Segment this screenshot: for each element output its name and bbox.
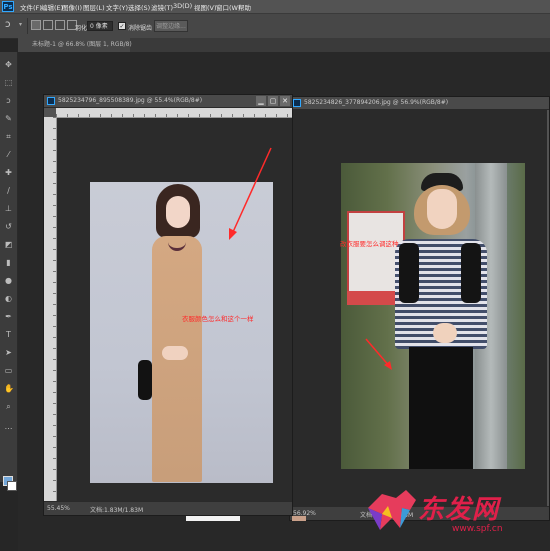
close-button[interactable]: ✕	[280, 96, 290, 106]
billboard-base	[347, 291, 401, 305]
document-tab[interactable]: 未标题-1 @ 66.8% (图层 1, RGB/8)	[18, 38, 132, 52]
lasso-tool-icon[interactable]: ↄ	[4, 96, 13, 105]
pen-tool-icon[interactable]: ✒	[4, 312, 13, 321]
menu-help[interactable]: 帮助	[238, 2, 251, 12]
move-tool-icon[interactable]: ✥	[4, 60, 13, 69]
document-tab-bar: 未标题-1 @ 66.8% (图层 1, RGB/8)	[18, 38, 550, 52]
document-window-1[interactable]: 5825234796_895508389.jpg @ 55.4%(RGB/8#)…	[43, 94, 293, 516]
menu-filter[interactable]: 滤镜(T)	[151, 2, 173, 12]
marquee-tool-icon[interactable]: ⬚	[4, 78, 13, 87]
healing-tool-icon[interactable]: ✚	[4, 168, 13, 177]
window-title-bar[interactable]: 5825234826_377894206.jpg @ 56.9%(RGB/8#)	[290, 97, 549, 110]
lace-trim-left	[399, 243, 419, 303]
ps-icon	[47, 97, 55, 105]
menu-type[interactable]: 文字(Y)	[106, 2, 128, 12]
tools-panel: ✥ ⬚ ↄ ✎ ⌗ ⁄ ✚ ∕ ⊥ ↺ ◩ ▮ ● ◐ ✒ T ➤ ▭ ✋ ⌕ …	[0, 52, 18, 491]
eyedropper-tool-icon[interactable]: ⁄	[4, 150, 13, 159]
thumbnail-strip	[292, 516, 306, 521]
watermark-text: 东发网	[418, 495, 500, 525]
menu-layer[interactable]: 图层(L)	[83, 2, 105, 12]
options-bar: ↄ ▾ 羽化: 0 像素 ✓ 消除锯齿 调整边缘...	[0, 14, 550, 39]
window-title-bar[interactable]: 5825234796_895508389.jpg @ 55.4%(RGB/8#)…	[44, 95, 292, 108]
document-size: 文档:1.83M/1.83M	[90, 507, 144, 514]
menu-file[interactable]: 文件(F)	[20, 2, 42, 12]
antialias-label: 消除锯齿	[128, 25, 153, 32]
face	[166, 196, 190, 228]
history-brush-tool-icon[interactable]: ↺	[4, 222, 13, 231]
ps-icon	[293, 99, 301, 107]
chevron-down-icon[interactable]: ▾	[19, 21, 22, 28]
refine-edge-button[interactable]: 调整边缘...	[154, 20, 188, 32]
menu-select[interactable]: 选择(S)	[128, 2, 150, 12]
crop-tool-icon[interactable]: ⌗	[4, 132, 13, 141]
shape-tool-icon[interactable]: ▭	[4, 366, 13, 375]
divider	[27, 18, 28, 34]
more-tools-icon[interactable]: ⋯	[4, 424, 13, 433]
add-selection-icon[interactable]	[43, 20, 53, 30]
menu-3d[interactable]: 3D(D)	[173, 2, 192, 10]
subtract-selection-icon[interactable]	[55, 20, 65, 30]
path-select-tool-icon[interactable]: ➤	[4, 348, 13, 357]
annotation-arrow-1	[229, 147, 272, 240]
lace-trim-right	[461, 243, 481, 303]
gradient-tool-icon[interactable]: ▮	[4, 258, 13, 267]
menu-window[interactable]: 窗口(W)	[216, 2, 241, 12]
horizontal-ruler	[56, 108, 292, 118]
feather-input[interactable]: 0 像素	[87, 21, 113, 31]
canvas-area[interactable]: 改衣服要怎么调这种	[292, 110, 547, 506]
new-selection-icon[interactable]	[31, 20, 41, 30]
black-handbag	[138, 360, 152, 400]
blur-tool-icon[interactable]: ●	[4, 276, 13, 285]
zoom-tool-icon[interactable]: ⌕	[4, 402, 13, 411]
stamp-tool-icon[interactable]: ⊥	[4, 204, 13, 213]
eraser-tool-icon[interactable]: ◩	[4, 240, 13, 249]
photoshop-logo: Ps	[2, 1, 14, 12]
document-window-2[interactable]: 5825234826_377894206.jpg @ 56.9%(RGB/8#)…	[289, 96, 550, 521]
annotation-arrow-2	[365, 338, 392, 370]
window-title: 5825234796_895508389.jpg @ 55.4%(RGB/8#)	[58, 97, 203, 104]
antialias-checkbox[interactable]: ✓	[118, 22, 126, 30]
menu-image[interactable]: 图像(I)	[62, 2, 82, 12]
hand-tool-icon[interactable]: ✋	[4, 384, 14, 393]
annotation-text-1: 衣服颜色怎么和这个一样	[182, 315, 254, 323]
hands	[162, 346, 188, 360]
quick-select-tool-icon[interactable]: ✎	[4, 114, 13, 123]
brush-tool-icon[interactable]: ∕	[4, 186, 13, 195]
status-bar: 55.45% 文档:1.83M/1.83M	[44, 501, 292, 515]
menu-edit[interactable]: 编辑(E)	[41, 2, 63, 12]
canvas-area[interactable]: 衣服颜色怎么和这个一样	[57, 118, 292, 501]
thumbnail-strip	[186, 516, 240, 521]
menu-bar: Ps 文件(F) 编辑(E) 图像(I) 图层(L) 文字(Y) 选择(S) 滤…	[0, 0, 550, 14]
window-title: 5825234826_377894206.jpg @ 56.9%(RGB/8#)	[304, 99, 449, 106]
minimize-button[interactable]: ▁	[256, 96, 266, 106]
watermark-horse-logo	[368, 490, 416, 530]
lasso-icon[interactable]: ↄ	[5, 19, 11, 30]
black-skirt	[409, 347, 473, 469]
photo-woman-plaid-shirt	[341, 163, 525, 469]
hands	[433, 323, 457, 343]
annotation-text-2: 改衣服要怎么调这种	[340, 240, 399, 248]
watermark-url: www.spf.cn	[452, 524, 503, 534]
dodge-tool-icon[interactable]: ◐	[4, 294, 13, 303]
type-tool-icon[interactable]: T	[4, 330, 13, 339]
background-color-swatch[interactable]	[7, 481, 17, 491]
maximize-button[interactable]: ▢	[268, 96, 278, 106]
menu-view[interactable]: 视图(V)	[194, 2, 217, 12]
face	[427, 189, 457, 229]
zoom-level[interactable]: 55.45%	[47, 505, 70, 512]
vertical-ruler	[44, 117, 57, 501]
